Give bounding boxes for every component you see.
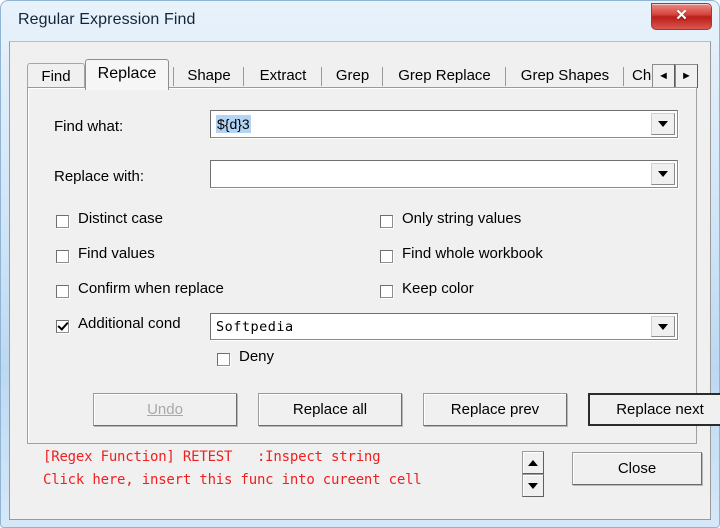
checkbox-only-string-values-label[interactable]: Only string values: [402, 210, 521, 227]
tab-replace[interactable]: Replace: [85, 59, 169, 90]
checkbox-find-values-label[interactable]: Find values: [78, 245, 155, 262]
checkbox-confirm-when-replace-label[interactable]: Confirm when replace: [78, 280, 224, 297]
tab-shape[interactable]: Shape: [177, 63, 241, 89]
replace-prev-button-label: Replace prev: [450, 401, 540, 418]
window-title: Regular Expression Find: [18, 11, 196, 28]
dialog-window: Regular Expression Find ✕ softpedia.com …: [0, 0, 720, 528]
replace-prev-button[interactable]: Replace prev: [423, 393, 567, 426]
checkbox-distinct-case[interactable]: [56, 215, 69, 228]
tab-grep[interactable]: Grep: [325, 63, 380, 89]
find-what-label: Find what:: [54, 118, 123, 135]
find-what-label-text: Find what:: [54, 118, 124, 135]
tab-grep-replace-label: Grep Replace: [398, 67, 491, 84]
additional-cond-combobox[interactable]: Softpedia: [210, 313, 678, 340]
replace-next-button[interactable]: Replace next: [588, 393, 720, 426]
triangle-down-icon: [528, 482, 538, 489]
undo-button-label: Undo: [147, 401, 183, 418]
message-spinner[interactable]: [522, 451, 544, 497]
tab-separator: [321, 67, 322, 86]
status-message-area: [Regex Function] RETEST :Inspect string …: [27, 446, 702, 504]
tab-separator: [243, 67, 244, 86]
chevron-down-icon: [658, 171, 668, 177]
checkbox-additional-cond-label[interactable]: Additional cond: [78, 315, 181, 332]
tab-grep-label: Grep: [335, 67, 370, 84]
tab-grep-shapes[interactable]: Grep Shapes: [509, 63, 621, 89]
tab-extract-label: Extract: [259, 67, 307, 84]
checkbox-deny[interactable]: [217, 353, 230, 366]
checkbox-only-string-values[interactable]: [380, 215, 393, 228]
tab-find[interactable]: Find: [27, 63, 85, 89]
regex-function-line-1[interactable]: [Regex Function] RETEST :Inspect string: [43, 449, 381, 465]
checkbox-find-whole-workbook-label[interactable]: Find whole workbook: [402, 245, 543, 262]
replace-with-label-text: Replace with:: [54, 168, 145, 185]
spinner-up-button[interactable]: [522, 451, 544, 474]
tab-panel-replace: Find what: ${d}3 Replace with: Distinct: [27, 87, 720, 444]
tab-separator: [173, 67, 174, 86]
dialog-client-area: softpedia.com softpedia.com Find Replace…: [9, 41, 720, 520]
checkbox-additional-cond[interactable]: [56, 320, 69, 333]
replace-next-button-label: Replace next: [616, 401, 704, 418]
tab-scroll-right-button[interactable]: ►: [675, 64, 698, 88]
replace-with-label: Replace with:: [54, 168, 144, 185]
tab-grep-shapes-label: Grep Shapes: [520, 67, 610, 84]
chevron-left-icon: ◄: [658, 70, 669, 82]
tab-strip: Find Replace Shape Extract Grep Grep Rep…: [27, 59, 698, 90]
tab-replace-label: Replace: [97, 65, 157, 82]
tab-shape-label: Shape: [187, 67, 231, 84]
triangle-up-icon: [528, 459, 538, 466]
checkbox-confirm-when-replace[interactable]: [56, 285, 69, 298]
regex-function-line-2[interactable]: Click here, insert this func into cureen…: [43, 472, 422, 488]
tab-separator: [623, 67, 624, 86]
tab-separator: [505, 67, 506, 86]
title-bar: Regular Expression Find ✕: [1, 1, 720, 43]
spinner-down-button[interactable]: [522, 474, 544, 497]
replace-with-combobox[interactable]: [210, 160, 678, 188]
additional-cond-dropdown-button[interactable]: [651, 316, 675, 337]
find-what-dropdown-button[interactable]: [651, 113, 675, 135]
replace-all-button[interactable]: Replace all: [258, 393, 402, 426]
checkbox-distinct-case-label[interactable]: Distinct case: [78, 210, 163, 227]
tab-separator: [382, 67, 383, 86]
chevron-down-icon: [658, 323, 668, 330]
undo-button[interactable]: Undo: [93, 393, 237, 426]
replace-with-dropdown-button[interactable]: [651, 163, 675, 185]
close-icon: ✕: [675, 7, 688, 24]
close-button-label: Close: [617, 460, 657, 477]
tab-find-label: Find: [41, 68, 71, 85]
tab-extract[interactable]: Extract: [247, 63, 319, 89]
checkbox-find-values[interactable]: [56, 250, 69, 263]
chevron-down-icon: [658, 121, 668, 127]
window-close-button[interactable]: ✕: [651, 3, 712, 30]
checkbox-deny-label[interactable]: Deny: [239, 348, 274, 365]
close-button[interactable]: Close: [572, 452, 702, 485]
checkbox-find-whole-workbook[interactable]: [380, 250, 393, 263]
tab-ch-label: Ch: [632, 67, 652, 84]
tab-scroll-left-button[interactable]: ◄: [652, 64, 675, 88]
checkbox-keep-color-label[interactable]: Keep color: [402, 280, 474, 297]
additional-cond-input[interactable]: Softpedia: [216, 314, 294, 339]
find-what-input[interactable]: ${d}3: [216, 115, 251, 133]
find-what-combobox[interactable]: ${d}3: [210, 110, 678, 138]
chevron-right-icon: ►: [681, 70, 692, 82]
checkbox-keep-color[interactable]: [380, 285, 393, 298]
tab-grep-replace[interactable]: Grep Replace: [386, 63, 503, 89]
replace-all-button-label: Replace all: [292, 401, 368, 418]
